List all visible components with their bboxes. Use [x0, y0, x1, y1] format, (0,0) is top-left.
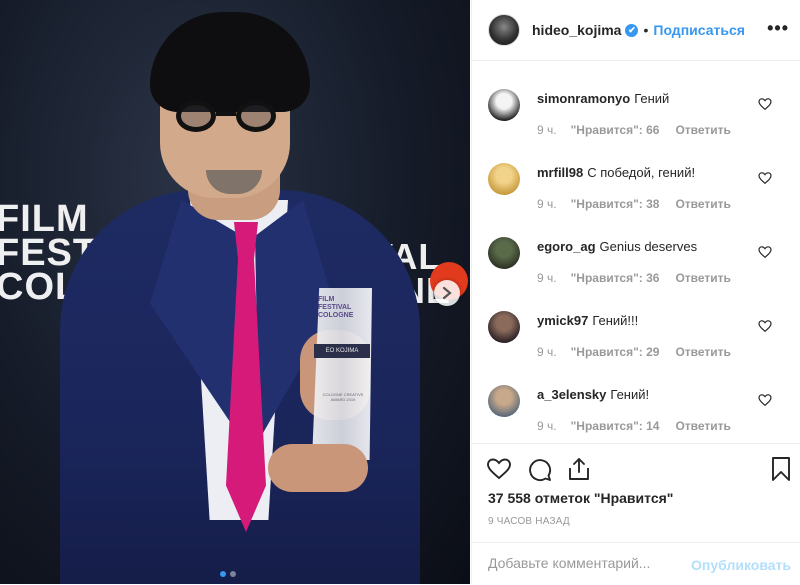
comment-body: Гений!: [610, 387, 650, 402]
share-icon[interactable]: [566, 456, 592, 482]
hand-bottom: [268, 444, 368, 492]
more-options-icon[interactable]: •••: [767, 18, 789, 39]
commenter-avatar[interactable]: [488, 89, 520, 121]
comment-row: mrfill98 С победой, гений! 9 ч. "Нравится":…: [472, 135, 800, 211]
comment-row: egoro_ag Genius deserves 9 ч. "Нравится": 3…: [472, 209, 800, 285]
comment-text: egoro_ag Genius deserves: [537, 239, 697, 254]
follow-button[interactable]: Подписаться: [653, 22, 745, 38]
trophy-logo-text: FILM FESTIVAL COLOGNE: [318, 296, 354, 319]
carousel-dot-2: [230, 571, 236, 577]
comment-meta: 9 ч. "Нравится": 14 Ответить: [537, 419, 731, 433]
next-image-button[interactable]: [434, 280, 460, 306]
comment-heart-icon[interactable]: [758, 319, 772, 333]
glasses: [176, 100, 284, 134]
comment-text: mrfill98 С победой, гений!: [537, 165, 695, 180]
comment-body: Гений!!!: [592, 313, 639, 328]
likes-count[interactable]: 37 558 отметок "Нравится": [488, 490, 673, 506]
comment-heart-icon[interactable]: [758, 245, 772, 259]
comment-likes[interactable]: "Нравится": 14: [571, 419, 660, 433]
reply-button[interactable]: Ответить: [675, 419, 730, 433]
carousel-indicator: [220, 571, 236, 577]
comments-list: simonramonyo Гений 9 ч. "Нравится": 66 Ответ…: [472, 61, 800, 443]
commenter-username[interactable]: simonramonyo: [537, 91, 630, 106]
commenter-avatar[interactable]: [488, 163, 520, 195]
author-avatar[interactable]: [488, 14, 520, 46]
publish-comment-button[interactable]: Опубликовать: [691, 557, 791, 573]
comment-body: Genius deserves: [599, 239, 698, 254]
commenter-username[interactable]: ymick97: [537, 313, 588, 328]
comment-row: simonramonyo Гений 9 ч. "Нравится": 66 Ответ…: [472, 61, 800, 137]
commenter-username[interactable]: egoro_ag: [537, 239, 596, 254]
comment-heart-icon[interactable]: [758, 393, 772, 407]
comment-time[interactable]: 9 ч.: [537, 419, 557, 433]
hair: [150, 12, 310, 112]
author-username[interactable]: hideo_kojima: [532, 22, 621, 38]
comment-body: С победой, гений!: [587, 165, 696, 180]
commenter-avatar[interactable]: [488, 237, 520, 269]
commenter-username[interactable]: mrfill98: [537, 165, 583, 180]
comment-text: ymick97 Гений!!!: [537, 313, 638, 328]
header-separator: •: [643, 22, 649, 38]
comment-row: a_3elensky Гений! 9 ч. "Нравится": 14 Ответи…: [472, 357, 800, 433]
heart-icon[interactable]: [486, 456, 512, 482]
verified-badge-icon: ✔: [625, 23, 639, 37]
post-timestamp[interactable]: 9 ЧАСОВ НАЗАД: [488, 516, 570, 527]
post-actions: 37 558 отметок "Нравится" 9 ЧАСОВ НАЗАД: [472, 443, 800, 527]
chevron-right-icon: [442, 287, 452, 299]
trophy-name-band: EO KOJIMA: [314, 344, 370, 358]
carousel-dot-1: [220, 571, 226, 577]
comment-heart-icon[interactable]: [758, 171, 772, 185]
comment-heart-icon[interactable]: [758, 97, 772, 111]
bookmark-icon[interactable]: [768, 456, 794, 482]
post-sidebar: hideo_kojima ✔ • Подписаться ••• simonra…: [471, 0, 800, 584]
trophy-subtext: COLOGNE CREATIVE AWARD 2019: [322, 392, 364, 402]
post-photo: FILM FESTIVAL COLOGNE FILM FESTIVAL COLO…: [0, 0, 470, 584]
commenter-avatar[interactable]: [488, 385, 520, 417]
commenter-avatar[interactable]: [488, 311, 520, 343]
commenter-username[interactable]: a_3elensky: [537, 387, 606, 402]
post-header: hideo_kojima ✔ • Подписаться •••: [472, 0, 800, 61]
comment-icon[interactable]: [526, 456, 552, 482]
comment-input[interactable]: [488, 555, 688, 571]
add-comment-bar: Опубликовать: [472, 542, 800, 585]
comment-row: ymick97 Гений!!! 9 ч. "Нравится": 29 Ответит…: [472, 283, 800, 359]
comment-text: simonramonyo Гений: [537, 91, 669, 106]
comment-body: Гений: [634, 91, 670, 106]
post-dialog: FILM FESTIVAL COLOGNE FILM FESTIVAL COLO…: [0, 0, 800, 584]
comment-text: a_3elensky Гений!: [537, 387, 649, 402]
